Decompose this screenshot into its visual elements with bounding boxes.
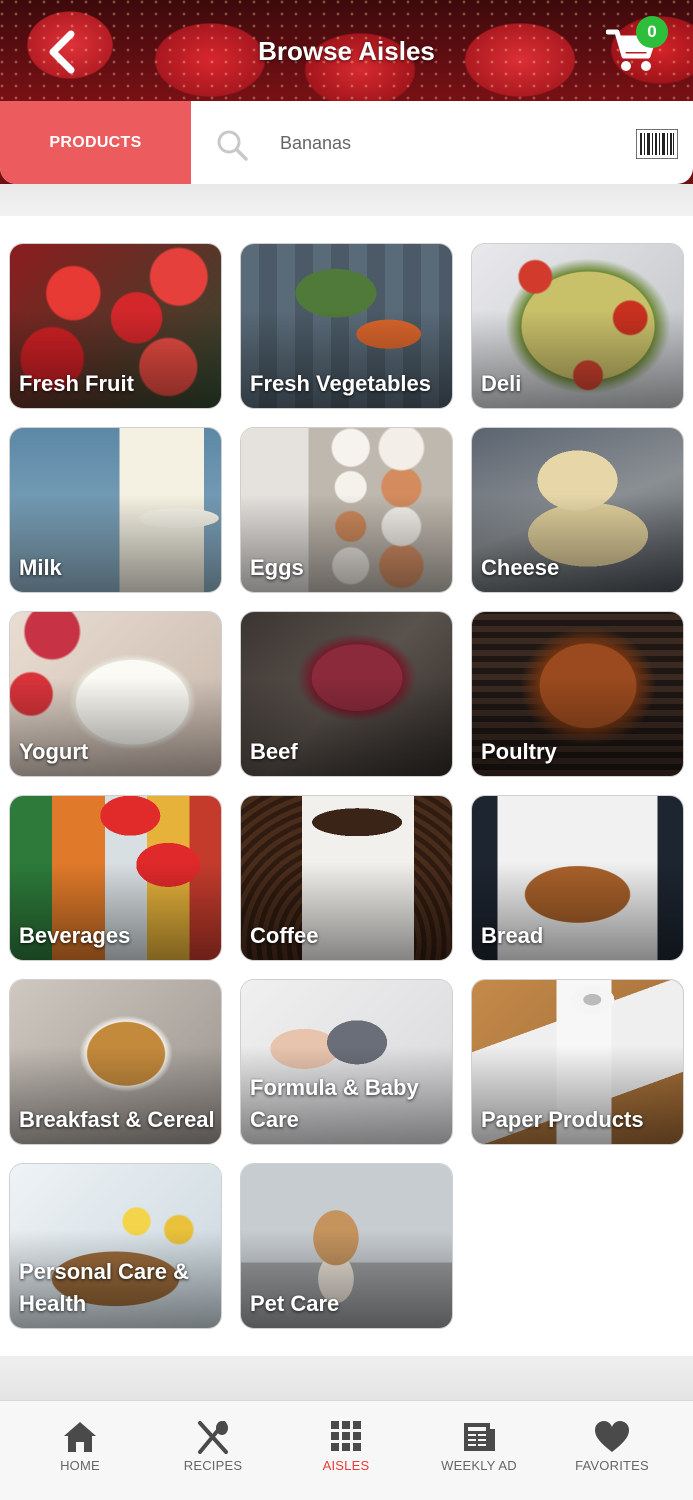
nav-aisles[interactable]: AISLES [286,1401,406,1500]
aisle-tile-formula-baby-care[interactable]: Formula & Baby Care [240,979,453,1145]
nav-recipes[interactable]: RECIPES [153,1401,273,1500]
nav-label: FAVORITES [575,1458,649,1473]
aisle-tile-paper-products[interactable]: Paper Products [471,979,684,1145]
aisle-tile-coffee[interactable]: Coffee [240,795,453,961]
aisle-label: Formula & Baby Care [250,1075,419,1132]
products-filter-button[interactable]: PRODUCTS [0,101,191,184]
aisle-label: Yogurt [19,739,89,764]
aisle-label: Paper Products [481,1107,644,1132]
separator [0,1356,693,1400]
bottom-nav: HOME RECIPES AISLES WEEKLY AD FAVORITES [0,1400,693,1500]
aisle-tile-eggs[interactable]: Eggs [240,427,453,593]
search-icon[interactable] [216,129,248,161]
aisle-tile-fresh-fruit[interactable]: Fresh Fruit [9,243,222,409]
aisle-label: Fresh Vegetables [250,371,431,396]
aisle-label: Personal Care & Health [19,1259,189,1316]
page-title: Browse Aisles [258,36,435,66]
grid-icon [331,1421,361,1451]
aisle-label: Bread [481,923,544,948]
aisle-tile-cheese[interactable]: Cheese [471,427,684,593]
search-bar: PRODUCTS [0,101,693,184]
nav-weekly-ad[interactable]: WEEKLY AD [419,1401,539,1500]
aisle-tile-milk[interactable]: Milk [9,427,222,593]
nav-label: WEEKLY AD [441,1458,517,1473]
aisle-label: Beef [250,739,298,764]
aisle-tile-breakfast-cereal[interactable]: Breakfast & Cereal [9,979,222,1145]
aisle-tile-beverages[interactable]: Beverages [9,795,222,961]
nav-label: HOME [60,1458,100,1473]
aisle-tile-bread[interactable]: Bread [471,795,684,961]
aisle-label: Eggs [250,555,304,580]
search-input[interactable] [268,123,608,163]
aisle-label: Beverages [19,923,131,948]
barcode-icon[interactable] [636,129,678,159]
nav-label: AISLES [322,1458,370,1473]
aisle-label: Deli [481,371,522,396]
home-icon [64,1422,96,1452]
aisle-label: Pet Care [250,1291,340,1316]
aisle-label: Breakfast & Cereal [19,1107,215,1132]
aisle-tile-personal-care-health[interactable]: Personal Care & Health [9,1163,222,1329]
aisle-label: Cheese [481,555,560,580]
separator [0,184,693,216]
aisle-label: Fresh Fruit [19,371,134,396]
aisle-label: Poultry [481,739,557,764]
aisle-label: Coffee [250,923,319,948]
aisle-tile-deli[interactable]: Deli [471,243,684,409]
heart-icon [595,1421,629,1452]
aisle-label: Milk [19,555,62,580]
nav-label: RECIPES [183,1458,243,1473]
aisle-tile-beef[interactable]: Beef [240,611,453,777]
nav-home[interactable]: HOME [20,1401,140,1500]
aisle-tile-fresh-vegetables[interactable]: Fresh Vegetables [240,243,453,409]
nav-favorites[interactable]: FAVORITES [552,1401,672,1500]
newspaper-icon [464,1423,495,1451]
aisle-tile-pet-care[interactable]: Pet Care [240,1163,453,1329]
utensils-icon [198,1421,228,1454]
aisle-tile-poultry[interactable]: Poultry [471,611,684,777]
cart-button[interactable]: 0 [605,16,668,78]
aisle-grid: Fresh Fruit Fresh Vegetables Deli Milk E… [0,216,693,1356]
aisle-tile-yogurt[interactable]: Yogurt [9,611,222,777]
cart-count-badge: 0 [636,16,668,48]
